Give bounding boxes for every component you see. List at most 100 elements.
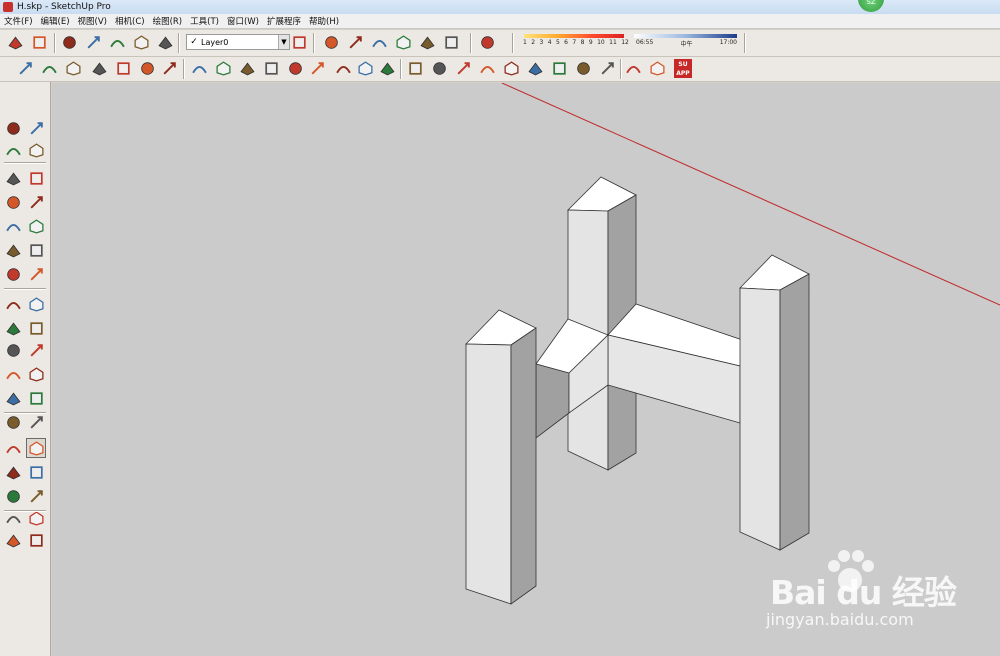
axes-icon[interactable]: [430, 59, 449, 78]
follow-me-icon[interactable]: [90, 59, 109, 78]
menu-draw[interactable]: 绘图(R): [149, 15, 187, 27]
component-icon[interactable]: [26, 118, 46, 138]
zoom-icon[interactable]: [3, 462, 23, 482]
text-icon[interactable]: [406, 59, 425, 78]
follow-me-icon[interactable]: [26, 318, 46, 338]
push-pull-icon[interactable]: [26, 294, 46, 314]
xray-icon[interactable]: [442, 33, 461, 52]
layer-select[interactable]: ✓ Layer0 ▼: [186, 34, 290, 50]
open-icon[interactable]: [6, 33, 25, 52]
rotated-rectangle-icon[interactable]: [26, 192, 46, 212]
rectangle-icon[interactable]: [3, 192, 23, 212]
rectangle-icon[interactable]: [262, 59, 281, 78]
su-app-button[interactable]: SU APP: [674, 59, 692, 78]
protractor-icon[interactable]: [3, 388, 23, 408]
axes-icon[interactable]: [3, 412, 23, 432]
back-view-icon[interactable]: [394, 33, 413, 52]
rotate-icon[interactable]: [160, 59, 179, 78]
menu-tools[interactable]: 工具(T): [186, 15, 223, 27]
menu-extensions[interactable]: 扩展程序: [263, 15, 305, 27]
section-plane-icon[interactable]: [26, 530, 46, 550]
3d-text-icon[interactable]: [26, 412, 46, 432]
left-toolbar-separator: [4, 162, 46, 163]
polygon-icon[interactable]: [286, 59, 305, 78]
menu-help[interactable]: 帮助(H): [305, 15, 343, 27]
compass-icon[interactable]: [574, 59, 593, 78]
right-pillar: [739, 254, 810, 551]
style-icon[interactable]: [648, 59, 667, 78]
measure-icon[interactable]: [550, 59, 569, 78]
menu-edit[interactable]: 编辑(E): [37, 15, 74, 27]
menu-window[interactable]: 窗口(W): [223, 15, 263, 27]
share-icon[interactable]: [132, 33, 151, 52]
section-fill-icon[interactable]: [40, 59, 59, 78]
protractor-icon[interactable]: [378, 59, 397, 78]
time-slider[interactable]: [634, 34, 737, 38]
tape-icon[interactable]: [334, 59, 353, 78]
paint-bucket-icon[interactable]: [3, 140, 23, 160]
pie-icon[interactable]: [26, 264, 46, 284]
back-edges-icon[interactable]: [478, 33, 497, 52]
pan-icon[interactable]: [26, 438, 46, 458]
zoom-extents-icon[interactable]: [3, 486, 23, 506]
rotate-icon[interactable]: [3, 318, 23, 338]
offset-icon[interactable]: [26, 340, 46, 360]
3d-text-icon[interactable]: [454, 59, 473, 78]
three-point-arc-icon[interactable]: [3, 264, 23, 284]
menu-camera[interactable]: 相机(C): [111, 15, 149, 27]
left-toolbar-separator: [4, 510, 46, 511]
component-box-icon[interactable]: [526, 59, 545, 78]
circle-icon[interactable]: [3, 216, 23, 236]
orbit-icon[interactable]: [3, 438, 23, 458]
offset-icon[interactable]: [138, 59, 157, 78]
dimension-icon[interactable]: [356, 59, 375, 78]
paint-icon[interactable]: [478, 59, 497, 78]
tape-measure-icon[interactable]: [3, 364, 23, 384]
zoom-window-icon[interactable]: [26, 462, 46, 482]
menu-file[interactable]: 文件(F): [0, 15, 37, 27]
component-icon[interactable]: [60, 33, 79, 52]
move-icon[interactable]: [3, 294, 23, 314]
look-around-icon[interactable]: [26, 508, 46, 528]
left-view-icon[interactable]: [418, 33, 437, 52]
text-icon[interactable]: [26, 388, 46, 408]
iso-view-icon[interactable]: [290, 33, 309, 52]
material-icon[interactable]: [84, 33, 103, 52]
scale-icon[interactable]: [190, 59, 209, 78]
toolbar-separator: [512, 33, 513, 53]
sandbox-icon[interactable]: [502, 59, 521, 78]
front-view-icon[interactable]: [346, 33, 365, 52]
previous-view-icon[interactable]: [26, 486, 46, 506]
eraser-icon[interactable]: [26, 140, 46, 160]
arc-icon[interactable]: [3, 240, 23, 260]
section-plane-icon[interactable]: [16, 59, 35, 78]
month-slider[interactable]: [524, 34, 624, 38]
right-view-icon[interactable]: [370, 33, 389, 52]
extension-icon[interactable]: [156, 33, 175, 52]
freehand-icon[interactable]: [26, 168, 46, 188]
menu-view[interactable]: 视图(V): [74, 15, 111, 27]
select-icon[interactable]: [3, 118, 23, 138]
polygon-icon[interactable]: [26, 216, 46, 236]
window-title: H.skp - SketchUp Pro: [17, 2, 111, 12]
3d-warehouse-icon[interactable]: [624, 59, 643, 78]
arc-icon[interactable]: [238, 59, 257, 78]
push-pull-icon[interactable]: [114, 59, 133, 78]
camera-icon[interactable]: [64, 59, 83, 78]
dimension-icon[interactable]: [26, 364, 46, 384]
walk-icon[interactable]: [598, 59, 617, 78]
position-camera-icon[interactable]: [3, 508, 23, 528]
scale-icon[interactable]: [3, 340, 23, 360]
toolbar-separator: [313, 33, 314, 53]
line-icon[interactable]: [3, 168, 23, 188]
layer-dropdown-icon[interactable]: ▼: [278, 35, 289, 49]
move-icon[interactable]: [214, 59, 233, 78]
walk-icon[interactable]: [3, 530, 23, 550]
warehouse-icon[interactable]: [108, 33, 127, 52]
month-labels: 1 2 3 4 5 6 7 8 9 10 11 12: [523, 39, 629, 46]
two-point-arc-icon[interactable]: [26, 240, 46, 260]
save-icon[interactable]: [30, 33, 49, 52]
top-view-icon[interactable]: [322, 33, 341, 52]
freehand-icon[interactable]: [308, 59, 327, 78]
left-toolbar: [0, 82, 51, 656]
